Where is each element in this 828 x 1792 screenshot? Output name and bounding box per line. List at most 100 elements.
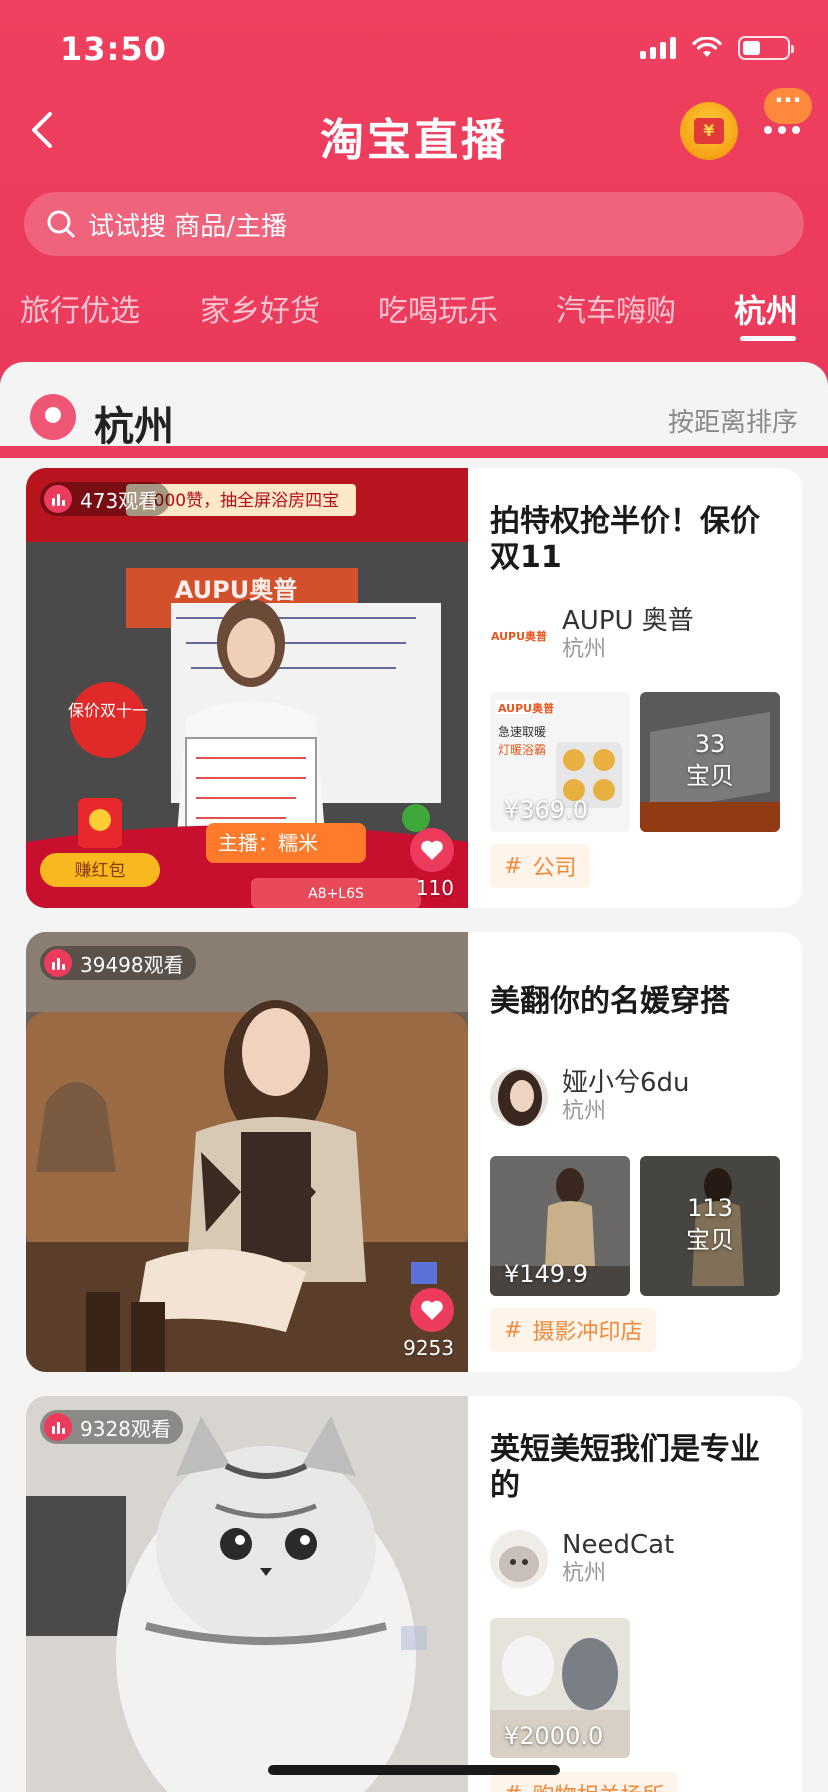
live-card[interactable]: 9328观看 英短美短我们是专业的 NeedCat 杭州 ¥2000.0 <box>26 1396 802 1792</box>
more-dot-icon <box>792 126 800 134</box>
anchor-avatar <box>490 1068 548 1126</box>
viewer-count: 9328观看 <box>80 1416 171 1441</box>
red-packet-icon: ¥ <box>694 118 724 144</box>
live-cover[interactable]: 9328观看 <box>26 1396 468 1792</box>
banner-text: 1000赞，抽全屏浴房四宝 <box>143 491 339 511</box>
tag-label: 购物相关场所 <box>532 1778 664 1792</box>
product-count: 113 宝贝 <box>686 1194 734 1254</box>
search-input[interactable]: 试试搜 商品/主播 <box>24 192 804 256</box>
product-price: ¥149.9 <box>504 1260 588 1288</box>
product-list: AUPU奥普 急速取暖 灯暖浴霸 ¥369.0 33 宝贝 <box>490 692 780 832</box>
anchor-info[interactable]: 娅小兮6du 杭州 <box>490 1068 690 1126</box>
hash-icon: # <box>504 1782 522 1792</box>
status-icons <box>640 36 794 60</box>
svg-text:AUPU奥普: AUPU奥普 <box>491 629 547 643</box>
anchor-city: 杭州 <box>562 1561 607 1586</box>
live-bars-icon <box>44 485 72 513</box>
divider <box>0 446 828 458</box>
tag-label: 摄影冲印店 <box>532 1320 643 1345</box>
search-placeholder: 试试搜 商品/主播 <box>88 211 288 242</box>
hash-icon: # <box>504 1317 523 1343</box>
sort-by-distance-button[interactable]: 按距离排序 <box>668 402 798 439</box>
live-cover-image <box>26 1396 468 1792</box>
product-thumbnail[interactable]: AUPU奥普 急速取暖 灯暖浴霸 ¥369.0 <box>490 692 630 832</box>
tab-hangzhou[interactable]: 杭州 <box>734 286 798 332</box>
like-button[interactable] <box>410 828 454 872</box>
tab-travel[interactable]: 旅行优选 <box>20 286 140 330</box>
svg-text:急速取暖: 急速取暖 <box>498 724 546 739</box>
brand-sign-text: AUPU奥普 <box>175 576 297 604</box>
message-badge[interactable]: ··· <box>764 88 812 124</box>
product-thumbnail[interactable]: 113 宝贝 <box>640 1156 780 1296</box>
anchor-info[interactable]: AUPU奥普 AUPU 奥普 杭州 <box>490 606 694 664</box>
category-tag[interactable]: # 摄影冲印店 <box>490 1308 657 1352</box>
location-bar: 杭州 按距离排序 <box>0 362 828 450</box>
product-thumbnail[interactable]: ¥2000.0 <box>490 1618 630 1758</box>
product-price: ¥369.0 <box>504 796 588 824</box>
live-title: 拍特权抢半价！保价双11 <box>490 504 760 575</box>
signal-icon <box>640 37 676 59</box>
like-count: 9253 <box>403 1336 454 1360</box>
viewer-count: 473观看 <box>80 488 159 513</box>
live-cover-image <box>26 932 468 1372</box>
host-label: 主播：糯米 <box>218 831 318 855</box>
product-thumbnail[interactable]: ¥149.9 <box>490 1156 630 1296</box>
svg-text:AUPU奥普: AUPU奥普 <box>498 701 554 715</box>
product-price: ¥2000.0 <box>504 1722 604 1750</box>
anchor-city: 杭州 <box>562 1099 607 1124</box>
more-button[interactable] <box>764 120 804 140</box>
card-info: 英短美短我们是专业的 NeedCat 杭州 ¥2000.0 # <box>490 1396 790 1792</box>
category-tabs: 旅行优选 家乡好货 吃喝玩乐 汽车嗨购 杭州 <box>0 286 828 346</box>
category-tag[interactable]: # 购物相关场所 <box>490 1772 679 1792</box>
viewer-count-badge: 39498观看 <box>40 946 196 980</box>
live-title: 美翻你的名媛穿搭 <box>490 984 730 1019</box>
product-list: ¥149.9 113 宝贝 <box>490 1156 780 1296</box>
live-cover-image: 1000赞，抽全屏浴房四宝 AUPU奥普 保价双十一 主播：糯米 赚红包 A8+… <box>26 468 468 908</box>
anchor-name: AUPU 奥普 <box>562 606 694 636</box>
product-count: 33 宝贝 <box>686 730 734 790</box>
promo-sticker: 保价双十一 <box>68 701 148 720</box>
anchor-avatar: AUPU奥普 <box>490 606 548 664</box>
tag-label: 公司 <box>532 856 577 881</box>
category-tag[interactable]: # 公司 <box>490 844 591 888</box>
live-title: 英短美短我们是专业的 <box>490 1432 760 1503</box>
live-bars-icon <box>44 949 72 977</box>
like-count: 110 <box>415 876 454 900</box>
live-bars-icon <box>44 1413 72 1441</box>
more-dot-icon <box>764 126 772 134</box>
anchor-name: 娅小兮6du <box>562 1068 690 1098</box>
tab-hometown[interactable]: 家乡好货 <box>200 286 320 330</box>
active-tab-indicator <box>740 336 796 341</box>
viewer-count-badge: 9328观看 <box>40 1410 183 1444</box>
location-pin-icon <box>30 394 76 440</box>
tab-food-fun[interactable]: 吃喝玩乐 <box>378 286 498 330</box>
heart-icon <box>421 840 443 860</box>
nav-bar: 淘宝直播 ¥ ··· <box>0 88 828 170</box>
hash-icon: # <box>504 853 523 879</box>
live-cover[interactable]: 39498观看 9253 <box>26 932 468 1372</box>
card-info: 拍特权抢半价！保价双11 AUPU奥普 AUPU 奥普 杭州 AUPU奥普 急速… <box>490 468 790 908</box>
home-indicator <box>268 1765 560 1775</box>
svg-text:灯暖浴霸: 灯暖浴霸 <box>498 743 546 757</box>
like-button[interactable] <box>410 1288 454 1332</box>
status-time: 13:50 <box>60 30 167 68</box>
anchor-avatar <box>490 1530 548 1588</box>
city-name: 杭州 <box>94 404 174 450</box>
red-packet-button[interactable]: ¥ <box>680 102 738 160</box>
tab-auto[interactable]: 汽车嗨购 <box>556 286 676 330</box>
wifi-icon <box>692 37 722 57</box>
live-cover[interactable]: 1000赞，抽全屏浴房四宝 AUPU奥普 保价双十一 主播：糯米 赚红包 A8+… <box>26 468 468 908</box>
heart-icon <box>421 1300 443 1320</box>
anchor-city: 杭州 <box>562 637 607 662</box>
red-packet-label: 赚红包 <box>75 861 126 881</box>
product-thumbnail[interactable]: 33 宝贝 <box>640 692 780 832</box>
live-card[interactable]: 1000赞，抽全屏浴房四宝 AUPU奥普 保价双十一 主播：糯米 赚红包 A8+… <box>26 468 802 908</box>
search-icon <box>47 210 75 238</box>
viewer-count: 39498观看 <box>80 952 184 977</box>
anchor-name: NeedCat <box>562 1530 675 1560</box>
anchor-info[interactable]: NeedCat 杭州 <box>490 1530 674 1588</box>
product-list: ¥2000.0 <box>490 1618 630 1758</box>
live-card[interactable]: 39498观看 9253 美翻你的名媛穿搭 娅小兮6du 杭州 ¥149.9 1… <box>26 932 802 1372</box>
viewer-count-badge: 473观看 <box>40 482 171 516</box>
card-info: 美翻你的名媛穿搭 娅小兮6du 杭州 ¥149.9 113 宝贝 # 摄影冲印店 <box>490 932 790 1372</box>
